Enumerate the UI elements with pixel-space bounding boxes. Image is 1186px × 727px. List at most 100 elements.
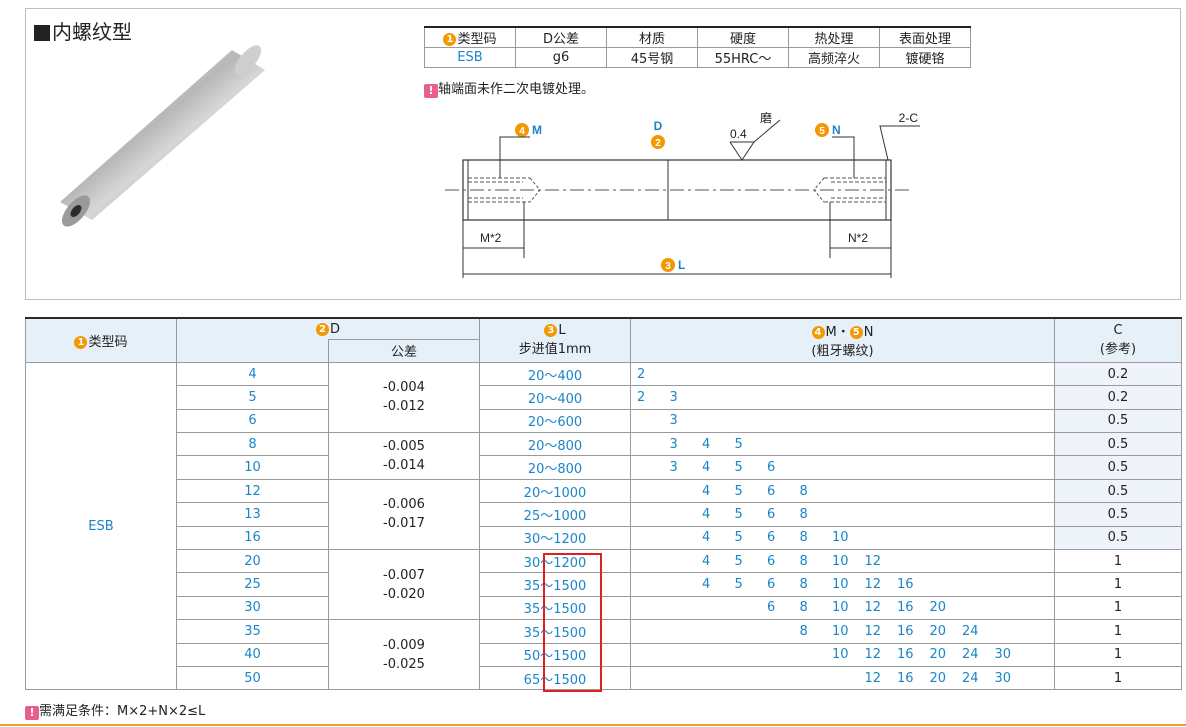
tolerance-lower: -0.025 xyxy=(383,656,425,672)
spec-heat-value: 高频淬火 xyxy=(788,47,880,68)
table-row: 8 -0.005 -0.014 20～800 3 4 5 0.5 xyxy=(26,432,1182,480)
c-cell: 0.5 xyxy=(1054,432,1182,457)
c-cell: 1 xyxy=(1054,665,1182,691)
l-cell: 20～1000 xyxy=(479,478,631,504)
mn-value: 20 xyxy=(929,670,947,686)
mn-value: 8 xyxy=(799,623,808,639)
spec-header-heat: 热处理 xyxy=(788,26,880,48)
table-row: 5 20～400 2 3 0.2 xyxy=(26,385,1182,410)
spec-dtol-value: g6 xyxy=(515,47,607,68)
table-row: 10 20～800 3 4 5 6 0.5 xyxy=(26,455,1182,480)
mn-value: 20 xyxy=(929,647,947,663)
header-d: 2D xyxy=(176,317,480,340)
c-cell: 0.5 xyxy=(1054,408,1182,434)
c-cell: 0.5 xyxy=(1054,502,1182,527)
mn-value: 30 xyxy=(994,647,1012,663)
note-plating: ! 轴端面未作二次电镀处理。 xyxy=(424,78,594,98)
mn-value: 24 xyxy=(962,623,979,639)
c-cell: 0.2 xyxy=(1054,361,1182,387)
tolerance-lower: -0.012 xyxy=(383,399,425,415)
mn-value: 10 xyxy=(832,553,849,569)
d-cell: 35 xyxy=(176,619,329,644)
tolerance-cell: -0.004 -0.012 xyxy=(328,361,480,434)
header-c: C (参考) xyxy=(1054,316,1182,363)
tolerance-lower: -0.014 xyxy=(383,457,425,473)
drawing-n2: N*2 xyxy=(848,231,868,245)
dimension-table-body: ESB 4 -0.004 -0.012 20～400 2 0.2 5 20～400 2 3 0.2 6 2… xyxy=(25,361,1182,691)
tolerance-upper: -0.006 xyxy=(383,497,425,513)
mn-value: 6 xyxy=(767,530,776,546)
mn-value: 16 xyxy=(897,600,914,616)
table-row: ESB 4 -0.004 -0.012 20～400 2 0.2 xyxy=(25,361,1182,691)
table-row: 13 25～1000 4 5 6 8 0.5 xyxy=(26,502,1182,527)
mn-value: 4 xyxy=(702,460,711,476)
mn-value: 5 xyxy=(734,483,743,499)
mn-cell: 4 5 6 8 10 12 xyxy=(630,549,1055,574)
table-row: 6 20～600 3 0.5 xyxy=(26,408,1182,434)
c-cell: 0.2 xyxy=(1054,385,1182,410)
l-cell: 20～800 xyxy=(479,455,631,480)
mn-value: 8 xyxy=(799,553,808,569)
d-cell: 16 xyxy=(176,525,329,551)
l-cell: 20～600 xyxy=(479,408,631,434)
l-cell: 20～400 xyxy=(479,385,631,410)
tolerance-lower: -0.020 xyxy=(383,586,425,602)
dimension-table: 1 类型码 2D 3 L 步进值1mm 4 M・ 5 N (粗牙螺纹) C (参考) 公差 ES… xyxy=(25,316,1182,691)
d-cell: 20 xyxy=(176,549,329,574)
spec-material-value: 45号钢 xyxy=(606,47,698,68)
type-cell: ESB xyxy=(25,361,177,691)
d-cell: 13 xyxy=(176,502,329,527)
spec-table: 1 类型码 D公差 材质 硬度 热处理 表面处理 ESB g6 45号钢 55HR… xyxy=(424,26,971,68)
table-row: 12 -0.006 -0.017 20～1000 4 5 6 8 0.5 xyxy=(26,478,1182,551)
mn-cell: 6 8 10 12 16 20 xyxy=(630,595,1055,621)
table-row: 50 65～1500 12 16 20 24 30 1 xyxy=(26,665,1182,691)
mn-value: 8 xyxy=(799,600,808,616)
mn-value: 12 xyxy=(864,623,882,639)
l-cell: 30～1200 xyxy=(479,525,631,551)
mn-value: 6 xyxy=(767,460,776,476)
table-row: 40 50～1500 10 12 16 20 24 30 1 xyxy=(26,642,1182,667)
mn-value: 4 xyxy=(702,483,711,499)
mn-value: 3 xyxy=(669,436,678,452)
mn-value: 6 xyxy=(767,600,776,616)
mn-value: 12 xyxy=(864,670,882,686)
mn-value: 3 xyxy=(669,413,678,429)
square-bullet-icon xyxy=(34,25,50,41)
d-cell: 12 xyxy=(176,478,329,504)
technical-drawing: 2 D 4 M 5 N 0.4 磨 2-C M*2 N*2 3 L xyxy=(445,111,920,278)
drawing-label-m: M xyxy=(532,123,542,137)
tolerance-upper: -0.007 xyxy=(383,567,425,583)
header-type: 1 类型码 xyxy=(25,316,177,363)
mn-value: 5 xyxy=(734,530,743,546)
mn-value: 4 xyxy=(702,530,711,546)
tolerance-upper: -0.005 xyxy=(383,438,425,454)
mn-value: 10 xyxy=(832,647,849,663)
mn-cell: 8 10 12 16 20 24 xyxy=(630,619,1055,644)
mn-cell: 3 xyxy=(630,408,1055,434)
mn-value: 8 xyxy=(799,530,808,546)
tolerance-upper: -0.009 xyxy=(383,637,425,653)
mn-value: 6 xyxy=(767,577,776,593)
mn-value: 8 xyxy=(799,577,808,593)
mn-value: 12 xyxy=(864,577,882,593)
mn-value: 6 xyxy=(767,483,776,499)
header-tolerance: 公差 xyxy=(328,339,480,363)
mn-cell: 4 5 6 8 10 xyxy=(630,525,1055,551)
mn-value: 20 xyxy=(929,600,947,616)
tolerance-cell: -0.005 -0.014 xyxy=(328,432,480,480)
drawing-num3: 3 xyxy=(665,261,671,272)
mn-value: 2 xyxy=(637,366,646,382)
l-cell: 25～1000 xyxy=(479,502,631,527)
spec-header-hardness: 硬度 xyxy=(697,26,789,48)
l-cell: 20～800 xyxy=(479,432,631,457)
mn-cell: 12 16 20 24 30 xyxy=(630,665,1055,691)
c-cell: 1 xyxy=(1054,619,1182,644)
mn-value: 5 xyxy=(734,460,743,476)
bottom-divider xyxy=(0,724,1186,726)
c-cell: 0.5 xyxy=(1054,455,1182,480)
tolerance-cell: -0.006 -0.017 xyxy=(328,478,480,551)
mn-value: 16 xyxy=(897,670,914,686)
mn-value: 16 xyxy=(897,647,914,663)
mn-cell: 3 4 5 6 xyxy=(630,455,1055,480)
drawing-num2: 2 xyxy=(655,138,661,149)
